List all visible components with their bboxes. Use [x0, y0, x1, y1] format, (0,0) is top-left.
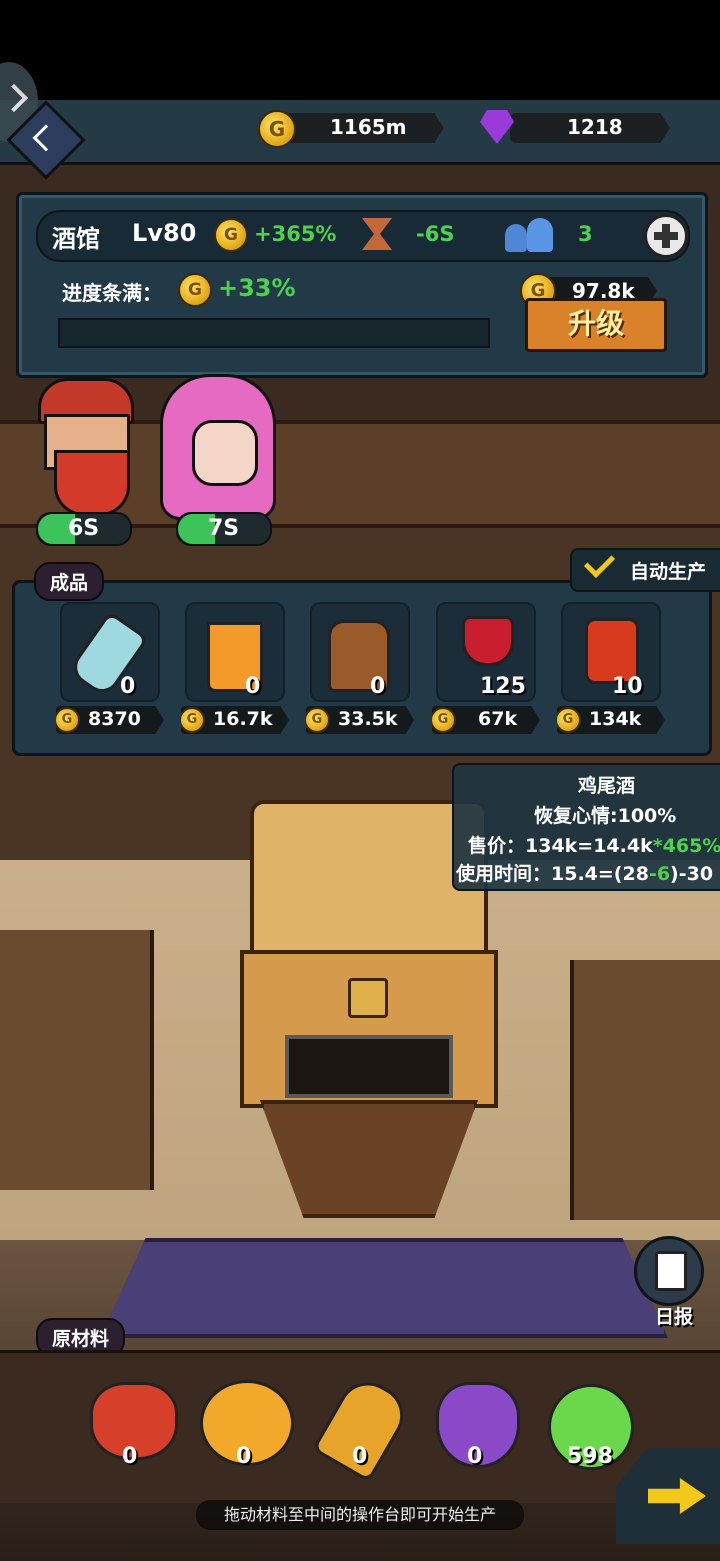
gold-amount: 1165m: [330, 115, 407, 139]
upgrade-button[interactable]: 升级: [525, 298, 667, 352]
chevron-right-icon: [0, 83, 29, 113]
gold-coin-icon: G: [432, 707, 456, 733]
staff-icon: [505, 216, 555, 252]
product-count: 125: [480, 674, 526, 699]
material-count: 0: [467, 1444, 483, 1469]
wine-glass-icon: [462, 616, 514, 666]
product-count: 0: [370, 674, 386, 699]
worker-timer: 7S: [176, 512, 272, 546]
product-slot-juice[interactable]: [185, 602, 285, 702]
worker-timer: 6S: [36, 512, 132, 546]
product-price: G 33.5k: [306, 706, 414, 734]
worker-timer-text: 7S: [208, 516, 240, 541]
arrow-right-icon: [648, 1478, 706, 1514]
product-slot-beer[interactable]: [310, 602, 410, 702]
staff-count: 3: [578, 222, 593, 246]
product-tooltip: 鸡尾酒 恢复心情:100% 售价：134k=14.4k*465% 使用时间：15…: [452, 763, 720, 891]
product-count: 0: [120, 674, 136, 699]
beer-mug-icon: [348, 978, 388, 1018]
gem-amount: 1218: [567, 115, 623, 139]
worker-portrait-dwarf[interactable]: [14, 370, 144, 520]
gold-coin-icon[interactable]: G: [258, 110, 296, 148]
gold-coin-icon: G: [214, 218, 248, 252]
lightning-icon: [32, 124, 60, 152]
material-count: 0: [236, 1444, 252, 1469]
tooltip-title: 鸡尾酒: [578, 775, 636, 797]
tavern-name: 酒馆: [52, 225, 100, 253]
product-slot-cocktail[interactable]: [561, 602, 661, 702]
products-tab: 成品: [34, 562, 105, 601]
tooltip-time: 使用时间：15.4=(28-6)-30: [456, 863, 714, 885]
product-price: G 8370: [56, 706, 164, 734]
gold-coin-icon: G: [56, 707, 80, 733]
checkmark-icon: [583, 546, 616, 579]
progress-label: 进度条满：: [62, 281, 162, 305]
material-count: 0: [352, 1444, 368, 1469]
income-bonus: +365%: [254, 222, 337, 246]
product-count: 10: [612, 674, 643, 699]
tavern-level: Lv80: [132, 219, 197, 247]
product-count: 0: [245, 674, 261, 699]
material-count: 0: [122, 1444, 138, 1469]
clipboard-icon: [655, 1251, 687, 1291]
add-staff-button[interactable]: [644, 214, 688, 258]
gold-coin-icon: G: [306, 707, 330, 733]
gold-coin-icon: G: [557, 707, 581, 733]
tooltip-mood: 恢复心情:100%: [534, 805, 677, 827]
instruction-hint: 拖动材料至中间的操作台即可开始生产: [196, 1500, 524, 1530]
time-bonus: -6S: [416, 222, 455, 246]
auto-produce-toggle[interactable]: 自动生产: [570, 546, 720, 592]
product-slot-water[interactable]: [60, 602, 160, 702]
material-count: 598: [567, 1444, 613, 1469]
gold-coin-icon: G: [178, 273, 212, 307]
product-price: G 16.7k: [181, 706, 289, 734]
progress-bonus: +33%: [218, 274, 296, 302]
auto-produce-label: 自动生产: [630, 561, 707, 583]
gold-coin-icon: G: [181, 707, 205, 733]
progress-bar: [58, 318, 490, 348]
floor-rug: [100, 1238, 668, 1338]
product-price: G 67k: [432, 706, 540, 734]
daily-report-label: 日报: [655, 1306, 694, 1328]
worker-portrait-girl[interactable]: [140, 370, 300, 520]
water-bottle-icon: [67, 610, 149, 700]
tooltip-price: 售价：134k=14.4k*465%: [468, 835, 720, 857]
product-price: G 134k: [557, 706, 665, 734]
daily-report-button[interactable]: [634, 1236, 704, 1306]
worker-timer-text: 6S: [68, 516, 100, 541]
